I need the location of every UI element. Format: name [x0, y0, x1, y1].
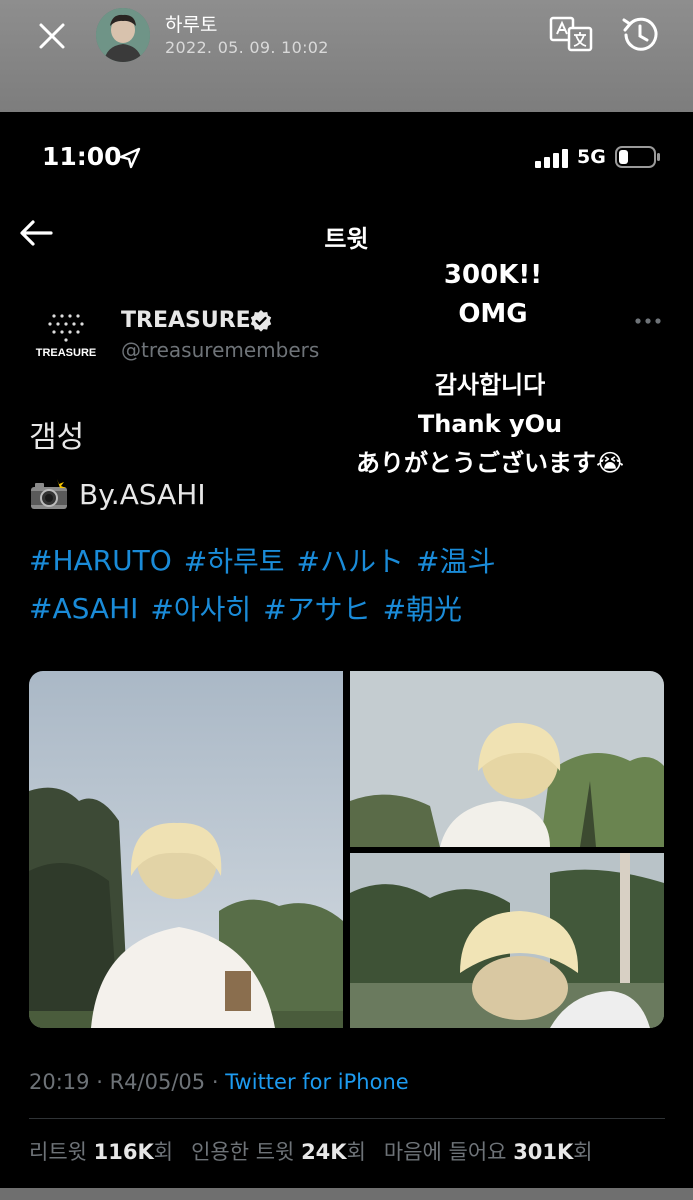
stat-value: 301K	[513, 1140, 574, 1164]
meta-separator: ·	[211, 1070, 219, 1094]
signal-icon	[535, 149, 568, 168]
viewer-timestamp: 2022. 05. 09. 10:02	[165, 38, 329, 57]
meta-separator: ·	[96, 1070, 103, 1094]
hashtag-link[interactable]: #하루토	[184, 540, 285, 580]
hashtag-link[interactable]: #温斗	[416, 540, 495, 580]
verified-badge-icon	[250, 310, 272, 332]
more-options-icon[interactable]	[632, 311, 664, 331]
phone-screenshot: 11:00 5G 트윗 300K!! OMG 감사합니다 Thank yOu あ…	[0, 112, 693, 1188]
hashtag-link[interactable]: #ASAHI	[29, 592, 138, 625]
logo-text: TREASURE	[36, 347, 97, 359]
camera-flash-icon	[31, 478, 67, 509]
author-name[interactable]: TREASURE	[121, 308, 251, 333]
history-icon[interactable]	[616, 12, 662, 58]
quotes-stat[interactable]: 인용한 트윗 24K회	[191, 1136, 366, 1166]
hashtag-link[interactable]: #アサヒ	[263, 588, 370, 628]
battery-icon	[615, 146, 660, 168]
status-time: 11:00	[42, 142, 122, 171]
overlay-line: OMG	[458, 299, 528, 329]
tweet-photo-1[interactable]	[29, 671, 343, 1028]
tweet-stats: 리트윗 116K회 인용한 트윗 24K회 마음에 들어요 301K회	[29, 1136, 593, 1166]
hashtag-row: #ASAHI #아사히 #アサヒ #朝光	[29, 584, 669, 632]
overlay-line: ありがとうございます😭	[355, 449, 625, 477]
likes-stat[interactable]: 마음에 들어요 301K회	[384, 1136, 593, 1166]
viewer-username: 하루토	[165, 14, 218, 36]
overlay-line: 300K!!	[443, 260, 543, 290]
hashtag-link[interactable]: #HARUTO	[29, 544, 172, 577]
overlay-caption-thanks: 감사합니다 Thank yOu ありがとうございます😭	[320, 366, 660, 483]
avatar[interactable]	[96, 8, 150, 62]
overlay-line: Thank yOu	[417, 410, 563, 438]
hashtag-list: #HARUTO #하루토 #ハルト #温斗 #ASAHI #아사히 #アサヒ #…	[29, 536, 669, 632]
stat-label: 마음에 들어요	[383, 1140, 507, 1164]
tweet-photo-2[interactable]	[350, 671, 664, 847]
page-title: 트윗	[324, 225, 369, 253]
location-arrow-icon	[119, 147, 141, 169]
tweet-date: R4/05/05	[109, 1070, 206, 1094]
tweet-meta: 20:19 · R4/05/05 · Twitter for iPhone	[29, 1070, 409, 1094]
stat-label: 인용한 트윗	[191, 1140, 295, 1164]
screenshot-viewer: 하루토 2022. 05. 09. 10:02 11:00 5G 트윗 300K…	[0, 0, 693, 1200]
treasure-logo[interactable]: TREASURE	[32, 300, 112, 368]
close-icon[interactable]	[34, 18, 70, 54]
tweet-source-link[interactable]: Twitter for iPhone	[225, 1070, 409, 1094]
author-handle[interactable]: @treasuremembers	[121, 338, 319, 362]
divider	[29, 1118, 665, 1119]
stat-value: 24K	[301, 1140, 347, 1164]
tweet-text-byline: By.ASAHI	[79, 478, 206, 511]
overlay-line: 감사합니다	[434, 371, 546, 399]
stat-unit: 회	[346, 1140, 366, 1164]
network-type: 5G	[577, 146, 606, 168]
tweet-time: 20:19	[29, 1070, 90, 1094]
viewer-top-bar: 하루토 2022. 05. 09. 10:02	[0, 0, 693, 112]
stat-value: 116K	[93, 1140, 154, 1164]
stat-label: 리트윗	[29, 1140, 87, 1164]
hashtag-link[interactable]: #ハルト	[297, 540, 404, 580]
hashtag-link[interactable]: #아사히	[150, 588, 251, 628]
tweet-photo-3[interactable]	[350, 853, 664, 1028]
viewer-bottom-strip	[0, 1188, 693, 1200]
tweet-text-line: By.ASAHI	[29, 478, 206, 511]
stat-unit: 회	[153, 1140, 174, 1164]
translate-icon[interactable]	[549, 14, 595, 54]
tweet-text-line: 갬성	[29, 420, 85, 455]
stat-unit: 회	[573, 1140, 593, 1164]
hashtag-link[interactable]: #朝光	[383, 588, 462, 628]
overlay-caption-top: 300K!! OMG	[393, 256, 593, 334]
retweets-stat[interactable]: 리트윗 116K회	[29, 1136, 173, 1166]
hashtag-row: #HARUTO #하루토 #ハルト #温斗	[29, 536, 669, 584]
